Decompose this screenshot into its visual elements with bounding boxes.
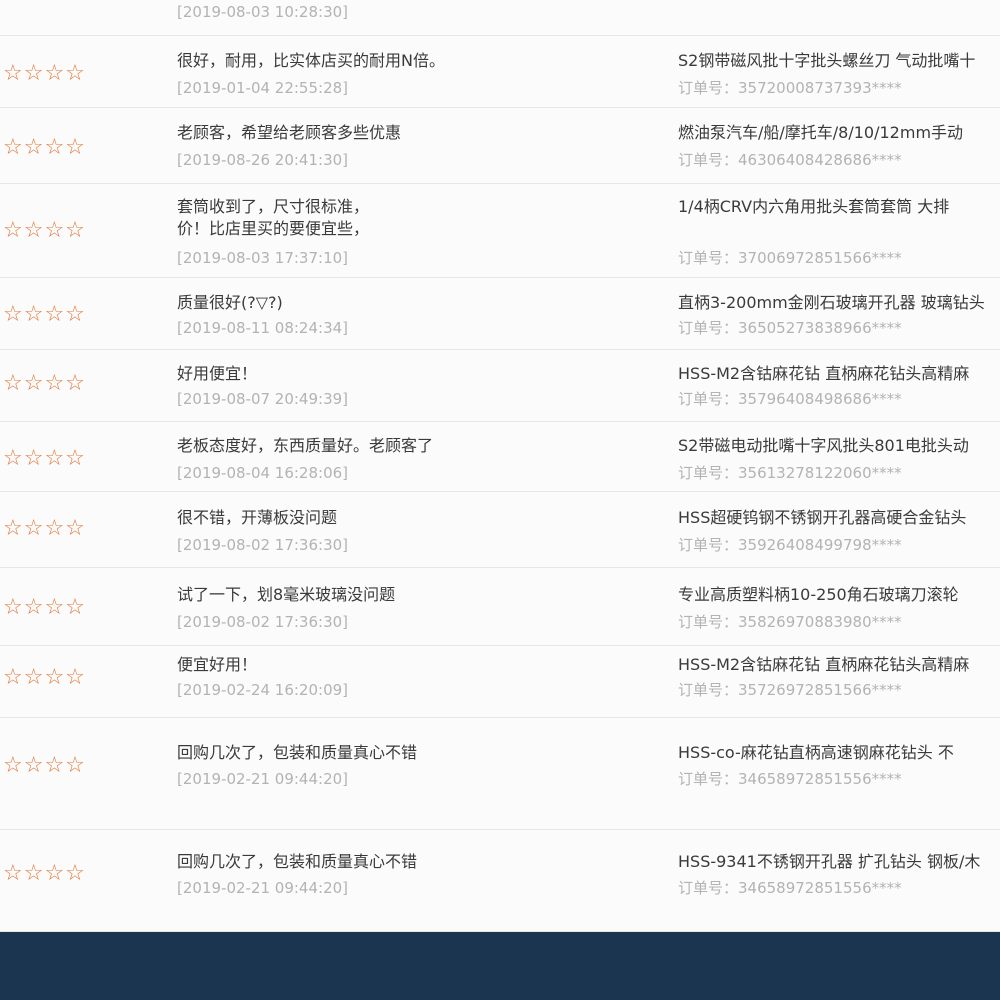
product-link[interactable]: HSS-9341不锈钢开孔器 扩孔钻头 钢板/木 xyxy=(678,851,980,873)
review-comment: 试了一下，划8毫米玻璃没问题 xyxy=(177,584,395,606)
review-comment: 回购几次了，包装和质量真心不错 xyxy=(177,742,417,764)
review-comment: 很好，耐用，比实体店买的耐用N倍。 xyxy=(177,50,445,72)
product-link[interactable]: 直柄3-200mm金刚石玻璃开孔器 玻璃钻头 xyxy=(678,292,985,314)
review-row: ☆☆☆☆ 很好，耐用，比实体店买的耐用N倍。 S2钢带磁风批十字批头螺丝刀 气动批嘴… xyxy=(0,36,1000,108)
order-number: 订单号：46306408428686**** xyxy=(678,151,902,169)
review-date: [2019-08-02 17:36:30] xyxy=(177,536,349,554)
order-number: 订单号：35826970883980**** xyxy=(678,613,902,631)
review-row: ☆☆☆☆ 质量很好(?▽?) 直柄3-200mm金刚石玻璃开孔器 玻璃钻头订单号：3… xyxy=(0,278,1000,350)
review-comment-line: 回购几次了，包装和质量真心不错 xyxy=(177,852,418,871)
review-date: [2019-02-24 16:20:09] xyxy=(177,681,349,699)
review-comment: 套筒收到了，尺寸很标准， 价！比店里买的要便宜些， xyxy=(177,196,369,240)
review-row: ☆☆☆☆ 回购几次了，包装和质量真心不错 HSS-co-麻花钻直柄高速钢麻花钻头 不… xyxy=(0,718,1000,830)
review-comment: 老顾客，希望给老顾客多些优惠 xyxy=(177,122,401,144)
review-row: ☆☆☆☆ 便宜好用！ HSS-M2含钴麻花钻 直柄麻花钻头高精麻订单号：357269… xyxy=(0,646,1000,718)
review-comment-line: 老顾客，希望给老顾客多些优惠 xyxy=(177,123,402,142)
product-link[interactable]: HSS-M2含钴麻花钻 直柄麻花钻头高精麻 xyxy=(678,363,969,385)
review-date: [2019-08-07 20:49:39] xyxy=(177,390,349,408)
order-number: 订单号：35926408499798**** xyxy=(678,536,902,554)
review-comment-line: 好用便宜！ xyxy=(177,364,258,383)
product-link[interactable]: 专业高质塑料柄10-250角石玻璃刀滚轮 xyxy=(678,584,959,606)
screen: [2019-08-03 10:28:30] ☆☆☆☆ 很好，耐用，比实体店买的耐用N… xyxy=(0,0,1000,1000)
review-date: [2019-08-03 10:28:30] xyxy=(177,3,349,21)
star-rating-icon: ☆☆☆☆ xyxy=(3,595,86,620)
product-link[interactable]: S2钢带磁风批十字批头螺丝刀 气动批嘴十 xyxy=(678,50,975,72)
review-comment: 回购几次了，包装和质量真心不错 xyxy=(177,851,417,873)
review-date: [2019-02-21 09:44:20] xyxy=(177,879,349,897)
review-comment: 老板态度好，东西质量好。老顾客了 xyxy=(177,435,433,457)
review-row: ☆☆☆☆ 老板态度好，东西质量好。老顾客了 S2带磁电动批嘴十字风批头801电批头动… xyxy=(0,422,1000,492)
review-row: ☆☆☆☆ 老顾客，希望给老顾客多些优惠 燃油泵汽车/船/摩托车/8/10/12mm手… xyxy=(0,108,1000,184)
review-row: ☆☆☆☆ 回购几次了，包装和质量真心不错 HSS-9341不锈钢开孔器 扩孔钻头 钢… xyxy=(0,830,1000,932)
review-comment: 便宜好用！ xyxy=(177,654,257,676)
review-comment-line: 质量很好(?▽?) xyxy=(177,293,283,312)
review-comment: 很不错，开薄板没问题 xyxy=(177,507,337,529)
star-rating-icon: ☆☆☆☆ xyxy=(3,446,86,471)
product-link[interactable]: HSS-M2含钴麻花钻 直柄麻花钻头高精麻 xyxy=(678,654,969,676)
review-comment-line: 套筒收到了，尺寸很标准， xyxy=(177,197,370,216)
order-number: 订单号：35613278122060**** xyxy=(678,464,902,482)
product-link[interactable]: HSS-co-麻花钻直柄高速钢麻花钻头 不 xyxy=(678,742,954,764)
review-comment-line: 很不错，开薄板没问题 xyxy=(177,508,338,527)
star-rating-icon: ☆☆☆☆ xyxy=(3,861,86,886)
product-link[interactable]: HSS超硬钨钢不锈钢开孔器高硬合金钻头 xyxy=(678,507,966,529)
star-rating-icon: ☆☆☆☆ xyxy=(3,61,86,86)
review-date: [2019-01-04 22:55:28] xyxy=(177,79,349,97)
star-rating-icon: ☆☆☆☆ xyxy=(3,218,86,243)
order-number: 订单号：34658972851556**** xyxy=(678,879,902,897)
review-comment-line: 价！比店里买的要便宜些， xyxy=(177,219,370,238)
order-number: 订单号：36505273838966**** xyxy=(678,319,902,337)
review-row: ☆☆☆☆ 试了一下，划8毫米玻璃没问题 专业高质塑料柄10-250角石玻璃刀滚轮订单… xyxy=(0,568,1000,646)
review-row: ☆☆☆☆ 很不错，开薄板没问题 HSS超硬钨钢不锈钢开孔器高硬合金钻头订单号：359… xyxy=(0,492,1000,568)
reviews-panel: [2019-08-03 10:28:30] ☆☆☆☆ 很好，耐用，比实体店买的耐用N… xyxy=(0,0,1000,932)
order-number: 订单号：35720008737393**** xyxy=(678,79,902,97)
review-date: [2019-02-21 09:44:20] xyxy=(177,770,349,788)
order-number: 订单号：35796408498686**** xyxy=(678,390,902,408)
order-number: 订单号：37006972851566**** xyxy=(678,249,902,267)
review-row: ☆☆☆☆ 好用便宜！ HSS-M2含钴麻花钻 直柄麻花钻头高精麻订单号：357964… xyxy=(0,350,1000,422)
star-rating-icon: ☆☆☆☆ xyxy=(3,371,86,396)
review-comment-line: 老板态度好，东西质量好。老顾客了 xyxy=(177,436,434,455)
review-comment: 好用便宜！ xyxy=(177,363,257,385)
star-rating-icon: ☆☆☆☆ xyxy=(3,135,86,160)
star-rating-icon: ☆☆☆☆ xyxy=(3,516,86,541)
review-date: [2019-08-04 16:28:06] xyxy=(177,464,349,482)
review-comment: 质量很好(?▽?) xyxy=(177,292,283,314)
order-number: 订单号：35726972851566**** xyxy=(678,681,902,699)
review-comment-line: 便宜好用！ xyxy=(177,655,258,674)
product-link[interactable]: 燃油泵汽车/船/摩托车/8/10/12mm手动 xyxy=(678,122,963,144)
review-row: ☆☆☆☆ 套筒收到了，尺寸很标准， 价！比店里买的要便宜些， 1/4柄CRV内六角用批… xyxy=(0,184,1000,278)
product-link[interactable]: 1/4柄CRV内六角用批头套筒套筒 大排 xyxy=(678,196,949,218)
review-comment-line: 很好，耐用，比实体店买的耐用N倍。 xyxy=(177,51,445,70)
review-row: [2019-08-03 10:28:30] xyxy=(0,0,1000,36)
order-number: 订单号：34658972851556**** xyxy=(678,770,902,788)
star-rating-icon: ☆☆☆☆ xyxy=(3,665,86,690)
star-rating-icon: ☆☆☆☆ xyxy=(3,302,86,327)
review-comment-line: 回购几次了，包装和质量真心不错 xyxy=(177,743,418,762)
review-date: [2019-08-03 17:37:10] xyxy=(177,249,349,267)
review-comment-line: 试了一下，划8毫米玻璃没问题 xyxy=(177,585,396,604)
review-date: [2019-08-26 20:41:30] xyxy=(177,151,349,169)
review-date: [2019-08-11 08:24:34] xyxy=(177,319,349,337)
product-link[interactable]: S2带磁电动批嘴十字风批头801电批头动 xyxy=(678,435,969,457)
review-date: [2019-08-02 17:36:30] xyxy=(177,613,349,631)
star-rating-icon: ☆☆☆☆ xyxy=(3,753,86,778)
